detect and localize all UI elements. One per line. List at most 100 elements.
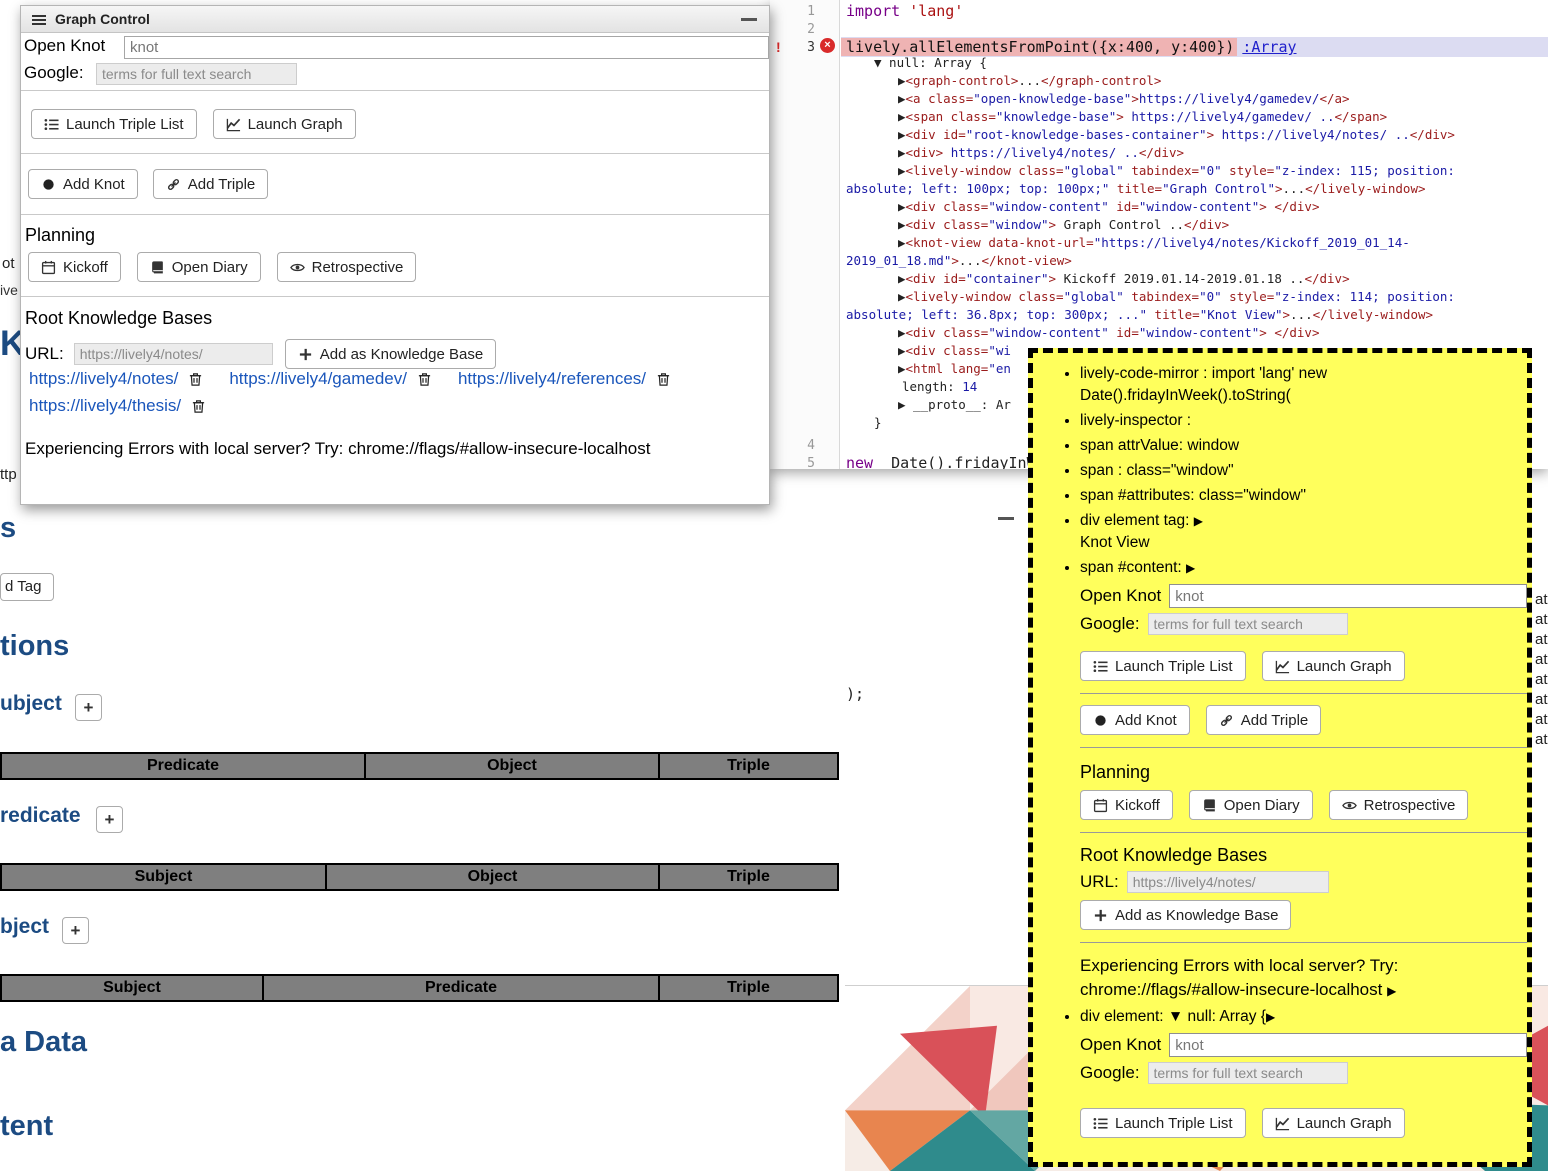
launch-graph-button[interactable]: Launch Graph <box>1262 1108 1405 1138</box>
knowledge-base-link[interactable]: https://lively4/notes/ <box>29 369 178 389</box>
add-knot-button[interactable]: Add Knot <box>1080 705 1190 735</box>
probe-entry-text: div element tag: <box>1080 512 1194 529</box>
table-header: Triple <box>659 753 838 779</box>
inspector-node[interactable]: ▶<lively-window class="global" tabindex=… <box>846 288 1526 324</box>
add-knot-button[interactable]: Add Knot <box>28 169 138 199</box>
url-label: URL: <box>1080 871 1119 893</box>
google-search-input[interactable] <box>96 63 297 85</box>
separator <box>21 90 769 91</box>
google-search-input[interactable] <box>1148 1062 1348 1084</box>
inspector-root-node[interactable]: ▼ null: Array { <box>846 54 1526 72</box>
button-label: Add as Knowledge Base <box>1115 907 1278 924</box>
code-line[interactable]: import'lang' <box>846 2 963 21</box>
trash-icon[interactable] <box>656 371 671 387</box>
editor-gutter: 1 2 3 4 5 ! × <box>770 0 840 469</box>
open-knot-input[interactable] <box>1169 1033 1527 1057</box>
knowledge-base-link[interactable]: https://lively4/gamedev/ <box>229 369 407 389</box>
expand-triangle-icon[interactable]: ▶ <box>1387 984 1396 998</box>
url-input[interactable] <box>74 343 273 365</box>
add-tag-button[interactable]: d Tag <box>0 573 54 601</box>
add-subject-button[interactable]: + <box>75 694 102 721</box>
url-input[interactable] <box>1127 871 1329 893</box>
retrospective-button[interactable]: Retrospective <box>277 252 417 282</box>
minimize-button[interactable] <box>741 18 757 21</box>
open-diary-button[interactable]: Open Diary <box>1189 790 1313 820</box>
button-label: Open Diary <box>172 259 248 276</box>
button-label: Launch Graph <box>1297 658 1392 675</box>
expand-triangle-icon[interactable]: ▶ <box>1194 514 1203 528</box>
launch-graph-button[interactable]: Launch Graph <box>1262 651 1405 681</box>
open-knot-input[interactable] <box>1169 584 1527 608</box>
minimize-button[interactable] <box>998 517 1014 520</box>
knowledge-base-list: https://lively4/notes/ https://lively4/g… <box>29 369 771 416</box>
probe-entry: lively-inspector : <box>1080 410 1527 432</box>
launch-graph-button[interactable]: Launch Graph <box>213 109 356 139</box>
inspector-node[interactable]: ▶<graph-control>...</graph-control> <box>846 72 1526 90</box>
eye-icon <box>290 260 305 275</box>
open-knot-label: Open Knot <box>24 36 105 56</box>
error-icon: × <box>820 38 835 53</box>
probe-entry: div element tag: ▶ Knot View <box>1080 510 1527 554</box>
inspector-node[interactable]: ▶<span class="knowledge-base"> https://l… <box>846 108 1526 126</box>
open-diary-button[interactable]: Open Diary <box>137 252 261 282</box>
probe-tooltip: lively-code-mirror : import 'lang' new D… <box>1028 348 1532 1167</box>
expand-triangle-icon[interactable]: ▶ <box>1266 1010 1275 1024</box>
open-knot-input[interactable] <box>124 36 769 59</box>
table-header: Triple <box>659 975 838 1001</box>
text-fragment: at <box>1535 631 1548 648</box>
add-triple-button[interactable]: Add Triple <box>1206 705 1322 735</box>
expand-triangle-icon[interactable]: ▶ <box>1186 561 1195 575</box>
probe-entry-text: div element: ▼ null: Array { <box>1080 1008 1266 1025</box>
launch-triple-list-button[interactable]: Launch Triple List <box>1080 1108 1246 1138</box>
window-titlebar[interactable]: Graph Control <box>21 6 769 33</box>
circle-icon <box>41 177 56 192</box>
inspector-node[interactable]: ▶<div class="window-content" id="window-… <box>846 324 1526 342</box>
add-predicate-button[interactable]: + <box>96 806 123 833</box>
local-server-hint: Experiencing Errors with local server? T… <box>1080 954 1527 1003</box>
add-knowledge-base-button[interactable]: Add as Knowledge Base <box>1080 900 1291 930</box>
trash-icon[interactable] <box>191 398 206 414</box>
launch-triple-list-button[interactable]: Launch Triple List <box>1080 651 1246 681</box>
knowledge-base-link[interactable]: https://lively4/references/ <box>458 369 646 389</box>
google-label: Google: <box>1080 613 1140 635</box>
string-token: 'lang' <box>909 2 963 20</box>
trash-icon[interactable] <box>417 371 432 387</box>
add-object-button[interactable]: + <box>62 917 89 944</box>
line-number: 1 <box>807 3 815 21</box>
table-header: Predicate <box>1 753 365 779</box>
kickoff-button[interactable]: Kickoff <box>1080 790 1173 820</box>
inspector-node[interactable]: ▶<div id="container"> Kickoff 2019.01.14… <box>846 270 1526 288</box>
add-triple-button[interactable]: Add Triple <box>153 169 269 199</box>
button-label: Launch Triple List <box>1115 1115 1233 1132</box>
window-menu-icon[interactable] <box>31 12 47 28</box>
inspector-node[interactable]: ▶<div class="window-content" id="window-… <box>846 198 1526 216</box>
separator <box>1080 747 1527 748</box>
inspector-node[interactable]: ▶<div id="root-knowledge-bases-container… <box>846 126 1526 144</box>
inspector-node[interactable]: ▶<a class="open-knowledge-base">https://… <box>846 90 1526 108</box>
inspector-node[interactable]: ▶<div> https://lively4/notes/ ..</div> <box>846 144 1526 162</box>
inspector-node[interactable]: ▶<lively-window class="global" tabindex=… <box>846 162 1526 198</box>
button-label: Launch Graph <box>248 116 343 133</box>
text-fragment: at <box>1535 711 1548 728</box>
hint-line: Experiencing Errors with local server? T… <box>1080 954 1527 978</box>
launch-triple-list-button[interactable]: Launch Triple List <box>31 109 197 139</box>
code-line[interactable]: ); <box>846 685 864 703</box>
knowledge-base-link[interactable]: https://lively4/thesis/ <box>29 396 181 416</box>
kickoff-button[interactable]: Kickoff <box>28 252 121 282</box>
add-knowledge-base-button[interactable]: Add as Knowledge Base <box>285 339 496 369</box>
trash-icon[interactable] <box>188 371 203 387</box>
eye-icon <box>1342 798 1357 813</box>
probe-entry-text: span attrValue: window <box>1080 437 1239 454</box>
button-label: Add as Knowledge Base <box>320 346 483 363</box>
inspector-node[interactable]: ▶<knot-view data-knot-url="https://livel… <box>846 234 1526 270</box>
list-icon <box>1093 1116 1108 1131</box>
google-label: Google: <box>1080 1062 1140 1084</box>
predicate-heading-fragment: redicate <box>0 804 81 828</box>
google-search-input[interactable] <box>1148 613 1348 635</box>
text-fragment: at <box>1535 651 1548 668</box>
retrospective-button[interactable]: Retrospective <box>1329 790 1469 820</box>
graph-control-window: Graph Control Open Knot Google: Launch T… <box>20 5 770 505</box>
object-heading-fragment: bject <box>0 915 49 939</box>
inspector-node[interactable]: ▶<div class="window"> Graph Control ..</… <box>846 216 1526 234</box>
book-icon <box>150 260 165 275</box>
